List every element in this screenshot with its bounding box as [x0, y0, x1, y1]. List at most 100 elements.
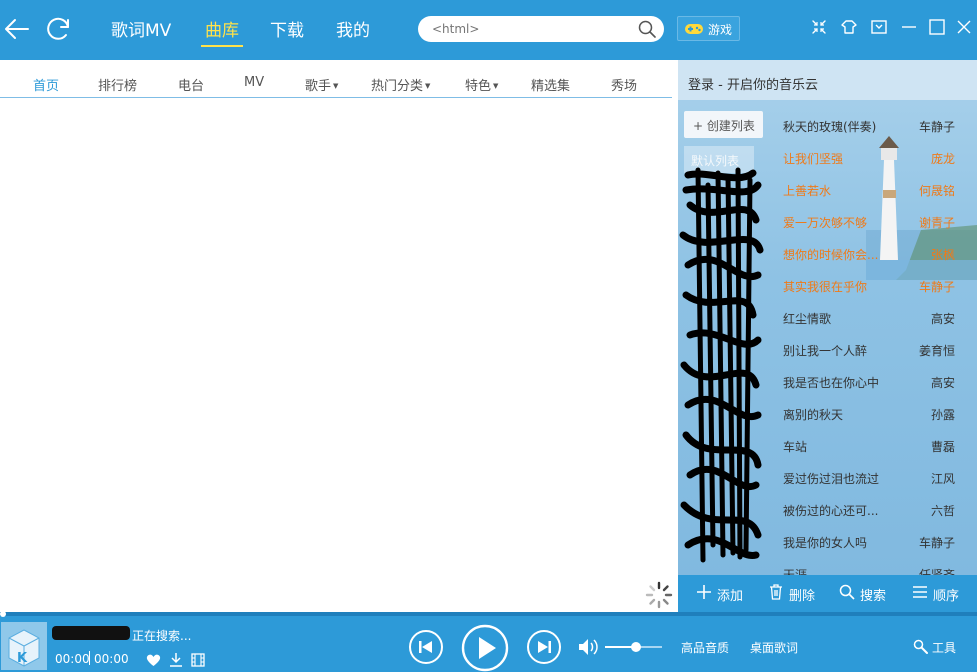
song-title: 红尘情歌: [783, 312, 832, 326]
time-divider: [89, 651, 90, 665]
list-order-icon: [913, 586, 927, 598]
subtab-singers-label: 歌手: [305, 79, 332, 94]
song-artist: 谢青子: [918, 216, 955, 230]
progress-handle[interactable]: [0, 611, 6, 617]
song-title: 爱一万次够不够: [783, 216, 868, 230]
song-row[interactable]: 上善若水 何晟铭: [768, 173, 977, 205]
subtab-charts[interactable]: 排行榜: [98, 75, 137, 94]
song-row[interactable]: 被伤过的心还可... 六哲: [768, 493, 977, 525]
subtab-singers[interactable]: 歌手 ▼: [305, 75, 338, 94]
song-artist: 姜育恒: [918, 344, 955, 358]
song-title: 我是你的女人吗: [783, 536, 868, 550]
play-icon[interactable]: [461, 624, 509, 672]
song-artist: 车静子: [918, 280, 955, 294]
song-row[interactable]: 其实我很在乎你 车静子: [768, 269, 977, 301]
song-row[interactable]: 天涯 任贤齐: [768, 557, 977, 575]
mini-mode-icon[interactable]: [870, 18, 888, 36]
song-artist: 张枫: [930, 248, 955, 262]
subtab-radio[interactable]: 电台: [178, 75, 204, 94]
song-row[interactable]: 我是你的女人吗 车静子: [768, 525, 977, 557]
nav-download[interactable]: 下载: [270, 16, 304, 41]
song-row[interactable]: 我是否也在你心中 高安: [768, 365, 977, 397]
download-icon[interactable]: [169, 652, 183, 667]
order-label: 顺序: [933, 589, 960, 604]
svg-text:K: K: [17, 651, 28, 666]
previous-track-icon[interactable]: [408, 629, 444, 665]
playlist-panel: 登录 - 开启你的音乐云 + 创建列表 默认列表 秋天的玫瑰(伴奏) 车静子 让我们…: [678, 60, 977, 612]
maximize-icon[interactable]: [928, 18, 946, 36]
song-artist: 何晟铭: [918, 184, 955, 198]
next-track-icon[interactable]: [526, 629, 562, 665]
playback-status: 正在搜索...: [132, 629, 192, 643]
skin-icon[interactable]: [840, 18, 858, 36]
song-artist: 高安: [930, 376, 955, 390]
song-artist: 孙露: [930, 408, 955, 422]
compact-mode-icon[interactable]: [810, 18, 828, 36]
create-list-button[interactable]: + 创建列表: [684, 111, 763, 138]
plus-icon: [697, 585, 711, 599]
player-bar: K 正在搜索... 00:00 00:00 高品音质 桌面歌词 工具: [0, 611, 977, 672]
song-row[interactable]: 爱过伤过泪也流过 江风: [768, 461, 977, 493]
game-button[interactable]: 游戏: [677, 16, 740, 41]
album-art-icon[interactable]: K: [1, 622, 47, 670]
game-label: 游戏: [708, 23, 733, 37]
song-title: 爱过伤过泪也流过: [783, 472, 880, 486]
heart-icon[interactable]: [146, 653, 161, 667]
search-input[interactable]: [432, 19, 632, 39]
hq-audio-button[interactable]: 高品音质: [681, 639, 729, 656]
volume-handle[interactable]: [631, 642, 642, 652]
search-icon[interactable]: [638, 20, 656, 38]
song-artist: 车静子: [918, 120, 955, 134]
time-total: 00:00: [94, 652, 129, 666]
desktop-lyrics-button[interactable]: 桌面歌词: [750, 639, 798, 656]
library-content: 首页 排行榜 电台 MV 歌手 ▼ 热门分类 ▼ 特色 ▼ 精选集 秀场: [0, 60, 678, 612]
nav-lyrics-mv[interactable]: 歌词MV: [111, 16, 171, 41]
subtab-categories[interactable]: 热门分类 ▼: [371, 75, 430, 94]
subtab-featured-label: 特色: [465, 79, 492, 94]
nav-mine[interactable]: 我的: [336, 16, 370, 41]
subtab-featured[interactable]: 特色 ▼: [465, 75, 498, 94]
tools-label: 工具: [932, 641, 957, 655]
song-row[interactable]: 别让我一个人醉 姜育恒: [768, 333, 977, 365]
volume-icon[interactable]: [577, 637, 599, 657]
song-row[interactable]: 让我们坚强 庞龙: [768, 141, 977, 173]
subtab-home[interactable]: 首页: [33, 75, 59, 94]
song-title: 车站: [783, 440, 808, 454]
song-artist: 六哲: [930, 504, 955, 518]
song-row[interactable]: 车站 曹磊: [768, 429, 977, 461]
search-label: 搜索: [860, 589, 887, 604]
song-artist: 庞龙: [930, 152, 955, 166]
song-row[interactable]: 想你的时候你会... 张枫: [768, 237, 977, 269]
song-artist: 车静子: [918, 536, 955, 550]
refresh-icon[interactable]: [44, 14, 74, 44]
search-box: [418, 16, 664, 42]
song-row[interactable]: 红尘情歌 高安: [768, 301, 977, 333]
login-banner[interactable]: 登录 - 开启你的音乐云: [678, 60, 977, 100]
song-row[interactable]: 秋天的玫瑰(伴奏) 车静子: [768, 109, 977, 141]
mv-film-icon[interactable]: [191, 653, 205, 667]
add-label: 添加: [717, 589, 744, 604]
subtab-showroom[interactable]: 秀场: [611, 75, 637, 94]
nav-library[interactable]: 曲库: [201, 16, 243, 47]
minimize-icon[interactable]: [900, 18, 918, 36]
song-title: 让我们坚强: [783, 152, 844, 166]
back-arrow-icon[interactable]: [2, 14, 32, 44]
progress-bar[interactable]: [0, 611, 977, 617]
redaction-scribble: [679, 167, 764, 563]
top-bar: 歌词MV 曲库 下载 我的 游戏: [0, 0, 977, 60]
subtab-mv[interactable]: MV: [244, 75, 264, 90]
song-title: 被伤过的心还可...: [783, 504, 879, 518]
caret-down-icon: ▼: [493, 82, 499, 90]
trash-icon: [770, 584, 782, 600]
song-title: 别让我一个人醉: [783, 344, 868, 358]
volume-slider[interactable]: [605, 642, 662, 652]
subtab-collections[interactable]: 精选集: [531, 75, 570, 94]
song-title: 想你的时候你会...: [783, 248, 879, 262]
create-list-label: + 创建列表: [693, 119, 755, 133]
close-icon[interactable]: [955, 18, 973, 36]
song-title: 我是否也在你心中: [783, 376, 880, 390]
song-row[interactable]: 爱一万次够不够 谢青子: [768, 205, 977, 237]
track-name-redacted: [52, 626, 130, 640]
song-artist: 任贤齐: [918, 568, 955, 575]
song-row[interactable]: 离别的秋天 孙露: [768, 397, 977, 429]
